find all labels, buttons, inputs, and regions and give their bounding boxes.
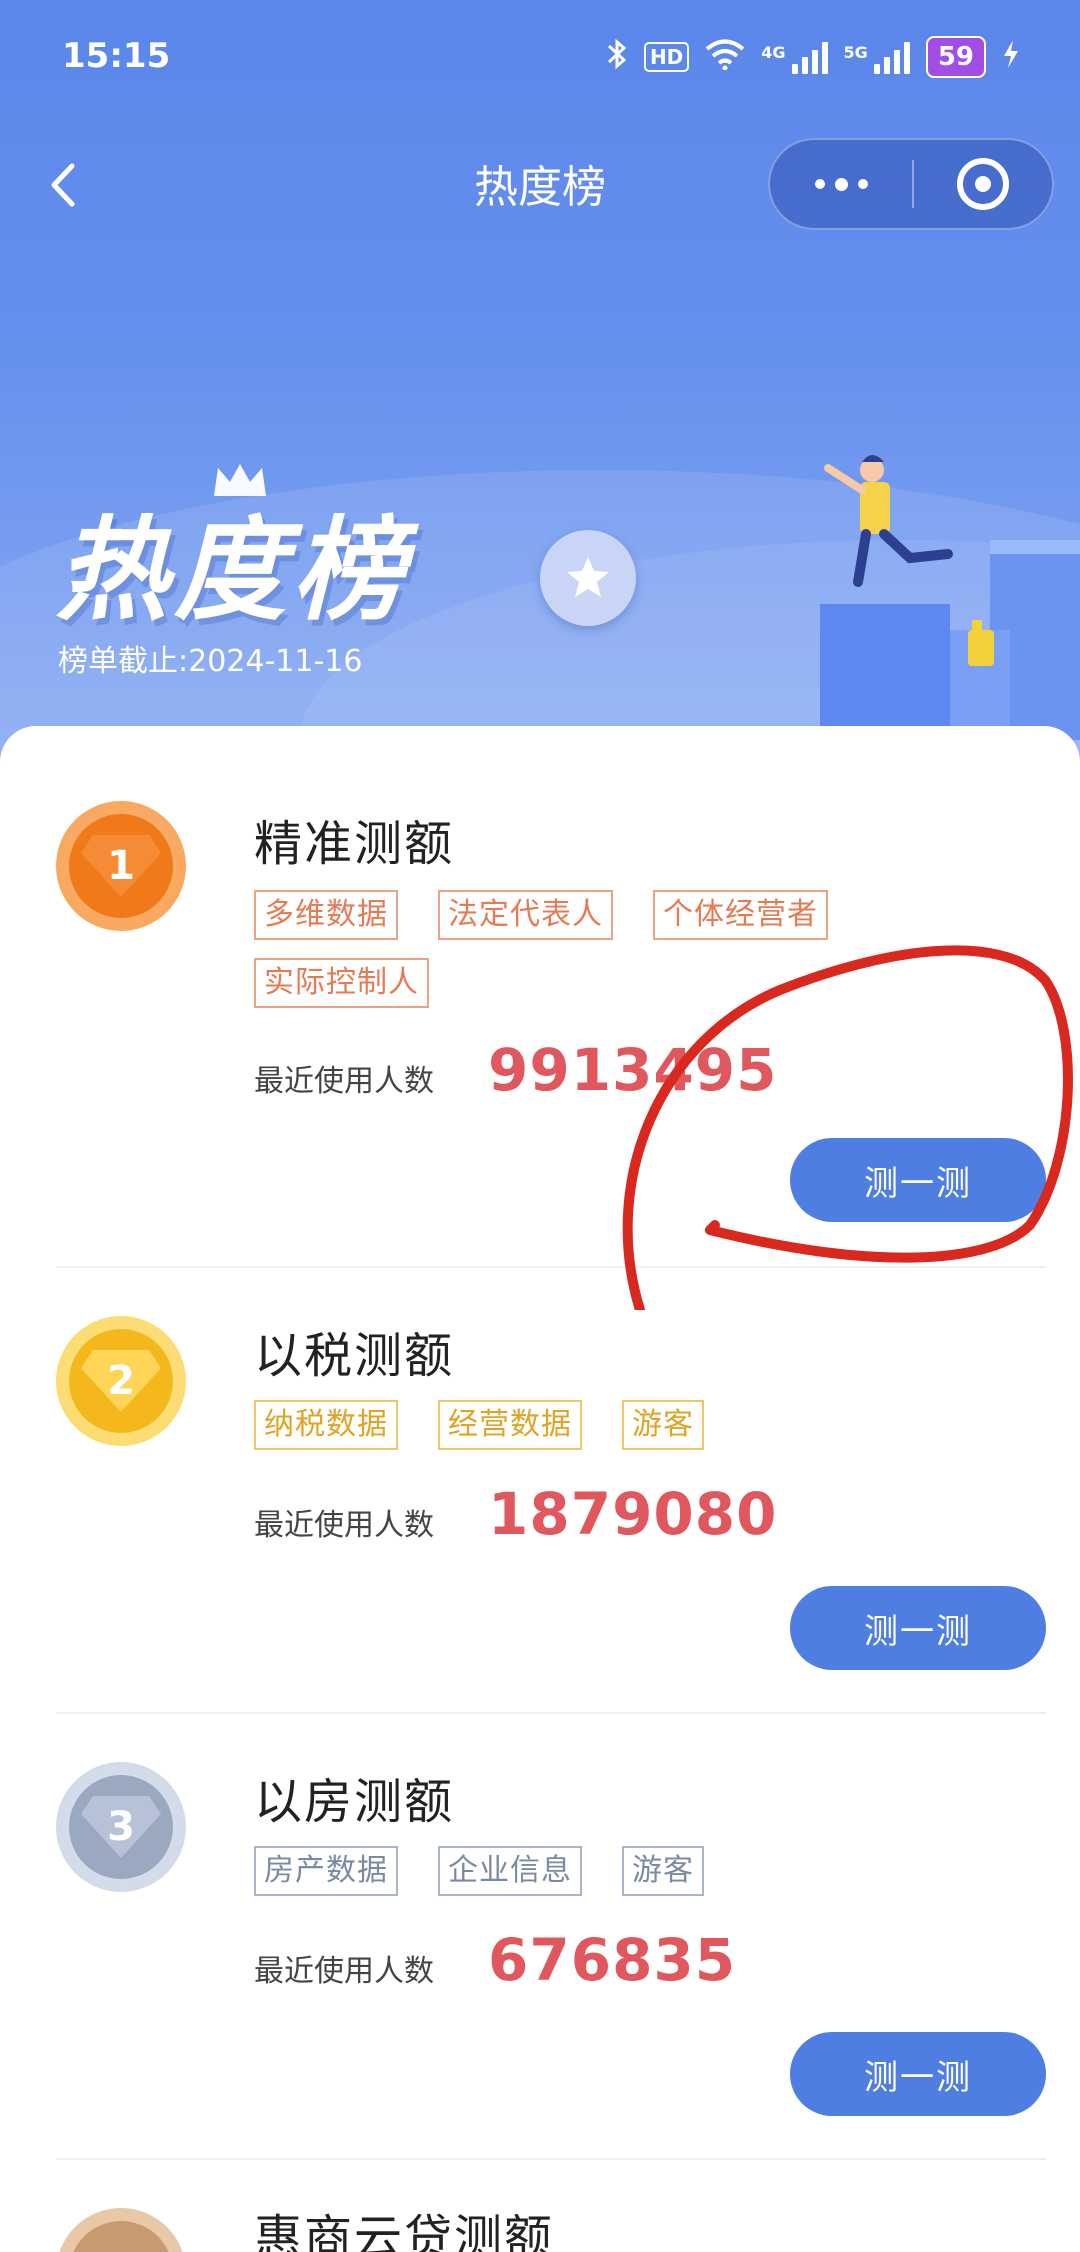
item-title: 精准测额 xyxy=(254,816,455,872)
item-title: 以房测额 xyxy=(254,1774,455,1830)
tag: 纳税数据 xyxy=(254,1400,398,1450)
network-label: 5G xyxy=(843,43,868,62)
rank-number: 1 xyxy=(107,843,135,889)
item-title: 惠商云贷测额 xyxy=(254,2210,555,2252)
item-title: 以税测额 xyxy=(254,1328,455,1384)
hd-icon: HD xyxy=(643,42,690,72)
star-icon xyxy=(567,557,609,597)
rank-medal-2: 2 xyxy=(56,1316,186,1446)
usage-value: 1879080 xyxy=(488,1480,778,1548)
tag: 经营数据 xyxy=(438,1400,582,1450)
tag: 实际控制人 xyxy=(254,958,429,1008)
tag: 企业信息 xyxy=(438,1846,582,1896)
rank-medal-4 xyxy=(56,2208,186,2252)
medal-inner: 3 xyxy=(69,1775,173,1879)
usage-label: 最近使用人数 xyxy=(254,1064,434,1099)
charging-icon xyxy=(1002,39,1020,76)
test-button[interactable]: 测一测 xyxy=(790,1586,1046,1670)
rank-medal-3: 3 xyxy=(56,1762,186,1892)
network-label: 4G xyxy=(761,43,786,62)
tag-list: 房产数据 企业信息 游客 xyxy=(254,1846,894,1896)
medal-inner: 2 xyxy=(69,1329,173,1433)
star-badge-icon xyxy=(540,530,636,626)
battery-indicator: 59 xyxy=(925,36,986,78)
divider xyxy=(56,1712,1046,1714)
divider xyxy=(56,2158,1046,2160)
tag-list: 纳税数据 经营数据 游客 xyxy=(254,1400,894,1450)
signal-icon: 5G xyxy=(844,40,910,74)
rank-number: 2 xyxy=(107,1358,135,1404)
rank-number: 3 xyxy=(107,1804,135,1850)
miniprogram-capsule xyxy=(768,138,1054,230)
more-dot-icon xyxy=(834,177,848,191)
annotation-circle xyxy=(622,945,1073,1310)
ranking-date: 榜单截止:2024-11-16 xyxy=(58,644,363,679)
usage-label: 最近使用人数 xyxy=(254,1954,434,1989)
bluetooth-icon xyxy=(606,37,628,78)
usage-label: 最近使用人数 xyxy=(254,1508,434,1543)
status-icons: HD 4G 5G 59 xyxy=(606,36,1020,78)
more-dot-icon xyxy=(857,179,868,189)
hero-title: 热度榜 xyxy=(56,506,410,636)
close-miniprogram-button[interactable] xyxy=(914,140,1052,228)
test-button[interactable]: 测一测 xyxy=(790,2032,1046,2116)
more-dot-icon xyxy=(814,179,825,189)
medal-inner xyxy=(69,2221,173,2252)
tag: 多维数据 xyxy=(254,890,398,940)
medal-inner: 1 xyxy=(69,814,173,918)
status-time: 15:15 xyxy=(62,36,171,76)
tag: 游客 xyxy=(622,1400,704,1450)
usage-value: 676835 xyxy=(488,1926,737,1994)
tag: 法定代表人 xyxy=(438,890,613,940)
rank-medal-1: 1 xyxy=(56,801,186,931)
more-button[interactable] xyxy=(770,140,912,228)
wifi-icon xyxy=(705,38,745,77)
person-illustration xyxy=(820,455,1080,740)
target-close-icon xyxy=(957,158,1009,210)
status-bar: 15:15 HD 4G 5G 59 xyxy=(0,0,1080,120)
signal-icon: 4G xyxy=(761,40,828,74)
tag: 游客 xyxy=(622,1846,704,1896)
tag: 房产数据 xyxy=(254,1846,398,1896)
